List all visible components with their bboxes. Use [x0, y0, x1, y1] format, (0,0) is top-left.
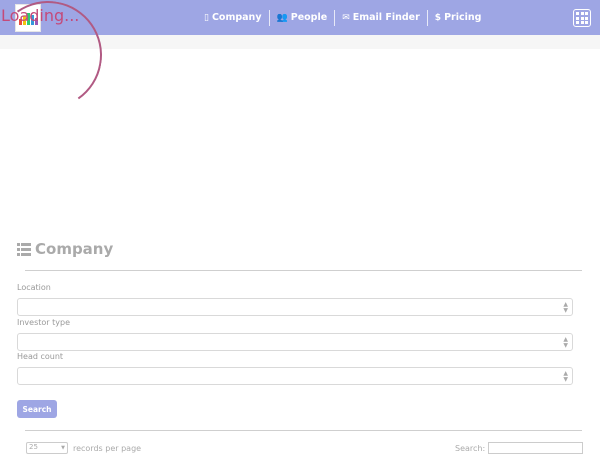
nav-people-label: People [290, 11, 328, 23]
chevron-down-icon: ▲ ▼ [563, 336, 568, 349]
loading-text: Loading... [1, 6, 80, 25]
chevron-down-icon: ▲ ▼ [563, 301, 568, 314]
page-title-text: Company [35, 240, 114, 258]
dollar-icon: $ [434, 12, 442, 23]
list-icon [17, 242, 31, 256]
head-count-label: Head count [17, 352, 64, 361]
nav-email-finder-label: Email Finder [352, 11, 420, 23]
location-select[interactable]: ▲ ▼ [17, 298, 573, 316]
investor-type-label: Investor type [17, 318, 70, 327]
table-search-label: Search: [455, 443, 486, 453]
nav-people[interactable]: 👥 People [270, 9, 336, 26]
grid-icon [576, 12, 579, 15]
investor-type-select[interactable]: ▲ ▼ [17, 333, 573, 351]
head-count-select[interactable]: ▲ ▼ [17, 367, 573, 385]
envelope-icon: ✉ [342, 12, 350, 23]
nav-pricing[interactable]: $ Pricing [428, 10, 489, 26]
location-label: Location [17, 283, 51, 292]
page-size-select[interactable]: 25 ▼ [26, 442, 68, 454]
nav-pricing-label: Pricing [444, 11, 482, 23]
chevron-down-icon: ▼ [61, 445, 65, 451]
page-title: Company [17, 240, 113, 258]
table-search-input[interactable] [488, 442, 584, 454]
title-divider [25, 270, 582, 271]
nav-email-finder[interactable]: ✉ Email Finder [335, 9, 428, 26]
apps-grid-button[interactable] [573, 9, 591, 27]
table-divider [25, 430, 582, 431]
nav-links: ▯ Company 👥 People ✉ Email Finder $ Pric… [197, 0, 488, 35]
table-search: Search: [455, 442, 584, 454]
nav-company[interactable]: ▯ Company [197, 9, 270, 26]
building-icon: ▯ [204, 12, 209, 23]
search-button[interactable]: Search [17, 400, 57, 418]
page-size-control: 25 ▼ records per page [26, 442, 141, 454]
chevron-down-icon: ▲ ▼ [563, 370, 568, 383]
nav-company-label: Company [211, 11, 262, 23]
users-icon: 👥 [276, 12, 288, 23]
page-size-suffix: records per page [73, 443, 142, 453]
